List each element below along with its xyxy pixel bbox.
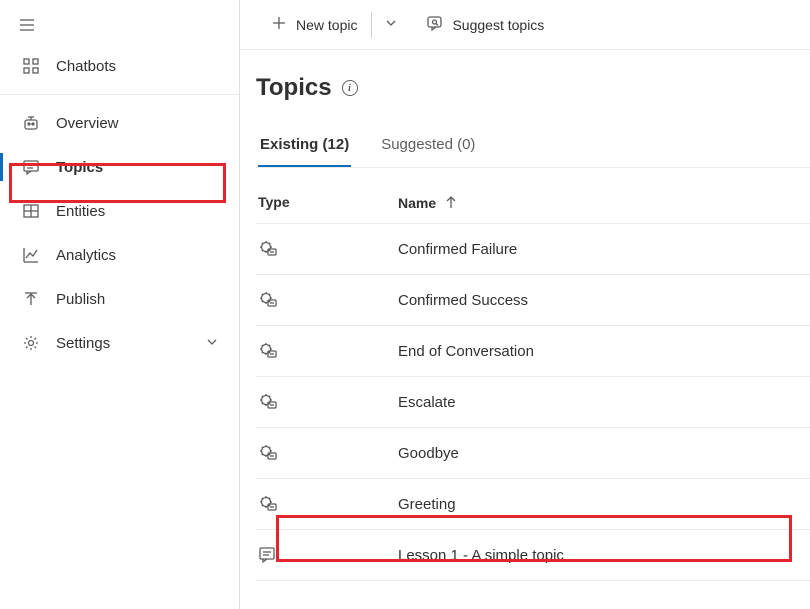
name-cell: Confirmed Success (398, 292, 810, 309)
sidebar-item-settings[interactable]: Settings (0, 321, 239, 365)
gear-icon (20, 334, 42, 352)
name-cell: End of Conversation (398, 343, 810, 360)
table-row[interactable]: Confirmed Success (256, 275, 810, 326)
hamburger-button[interactable] (0, 6, 239, 44)
name-cell: Confirmed Failure (398, 241, 810, 258)
sidebar-item-label: Publish (56, 291, 105, 308)
suggest-icon (426, 14, 444, 35)
publish-icon (20, 290, 42, 308)
type-cell (258, 392, 398, 412)
sidebar-item-label: Chatbots (56, 58, 116, 75)
sidebar-item-label: Settings (56, 335, 110, 352)
system-topic-icon (258, 290, 278, 310)
new-topic-button[interactable]: New topic (260, 8, 367, 42)
page-title: Topics i (256, 74, 810, 102)
table-row[interactable]: Confirmed Failure (256, 224, 810, 275)
system-topic-icon (258, 494, 278, 514)
name-cell: Goodbye (398, 445, 810, 462)
user-topic-icon (258, 545, 278, 565)
chat-icon (20, 158, 42, 176)
name-cell: Escalate (398, 394, 810, 411)
sidebar: Chatbots Overview Topics Entities Analyt… (0, 0, 240, 609)
topics-table: Type Name Confirmed Failure Confirmed Suc… (256, 182, 810, 581)
sidebar-item-label: Entities (56, 203, 105, 220)
main: New topic Suggest topics Topics i Existi… (240, 0, 810, 609)
new-topic-dropdown[interactable] (376, 8, 406, 42)
grid-icon (20, 57, 42, 75)
divider (371, 12, 372, 38)
system-topic-icon (258, 392, 278, 412)
sidebar-item-entities[interactable]: Entities (0, 189, 239, 233)
command-bar: New topic Suggest topics (240, 0, 810, 50)
table-row[interactable]: End of Conversation (256, 326, 810, 377)
type-cell (258, 290, 398, 310)
system-topic-icon (258, 239, 278, 259)
tab-suggested[interactable]: Suggested (0) (379, 126, 477, 167)
suggest-topics-button[interactable]: Suggest topics (416, 8, 554, 42)
sidebar-item-analytics[interactable]: Analytics (0, 233, 239, 277)
type-cell (258, 239, 398, 259)
plus-icon (270, 14, 288, 35)
sidebar-item-label: Overview (56, 115, 119, 132)
table-header: Type Name (256, 182, 810, 224)
tab-existing[interactable]: Existing (12) (258, 126, 351, 167)
page-title-text: Topics (256, 74, 332, 102)
header-name-label: Name (398, 195, 436, 211)
sidebar-item-publish[interactable]: Publish (0, 277, 239, 321)
sidebar-item-label: Topics (56, 159, 103, 176)
table-row[interactable]: Greeting (256, 479, 810, 530)
chevron-down-icon (203, 333, 221, 354)
sort-arrow-up-icon (442, 194, 456, 211)
name-cell: Greeting (398, 496, 810, 513)
system-topic-icon (258, 443, 278, 463)
sidebar-item-chatbots[interactable]: Chatbots (0, 44, 239, 88)
analytics-icon (20, 246, 42, 264)
new-topic-label: New topic (296, 17, 357, 33)
sidebar-item-topics[interactable]: Topics (0, 145, 239, 189)
table-row[interactable]: Escalate (256, 377, 810, 428)
suggest-topics-label: Suggest topics (452, 17, 544, 33)
tabs: Existing (12) Suggested (0) (256, 126, 810, 167)
info-icon[interactable]: i (342, 80, 358, 96)
entities-icon (20, 202, 42, 220)
table-row[interactable]: Lesson 1 - A simple topic (256, 530, 810, 581)
system-topic-icon (258, 341, 278, 361)
chevron-down-icon (382, 14, 400, 35)
type-cell (258, 443, 398, 463)
table-row[interactable]: Goodbye (256, 428, 810, 479)
type-cell (258, 494, 398, 514)
bot-icon (20, 114, 42, 132)
sidebar-item-label: Analytics (56, 247, 116, 264)
sidebar-item-overview[interactable]: Overview (0, 101, 239, 145)
type-cell (258, 341, 398, 361)
name-cell: Lesson 1 - A simple topic (398, 547, 810, 564)
header-type[interactable]: Type (258, 194, 398, 211)
header-name[interactable]: Name (398, 194, 810, 211)
type-cell (258, 545, 398, 565)
